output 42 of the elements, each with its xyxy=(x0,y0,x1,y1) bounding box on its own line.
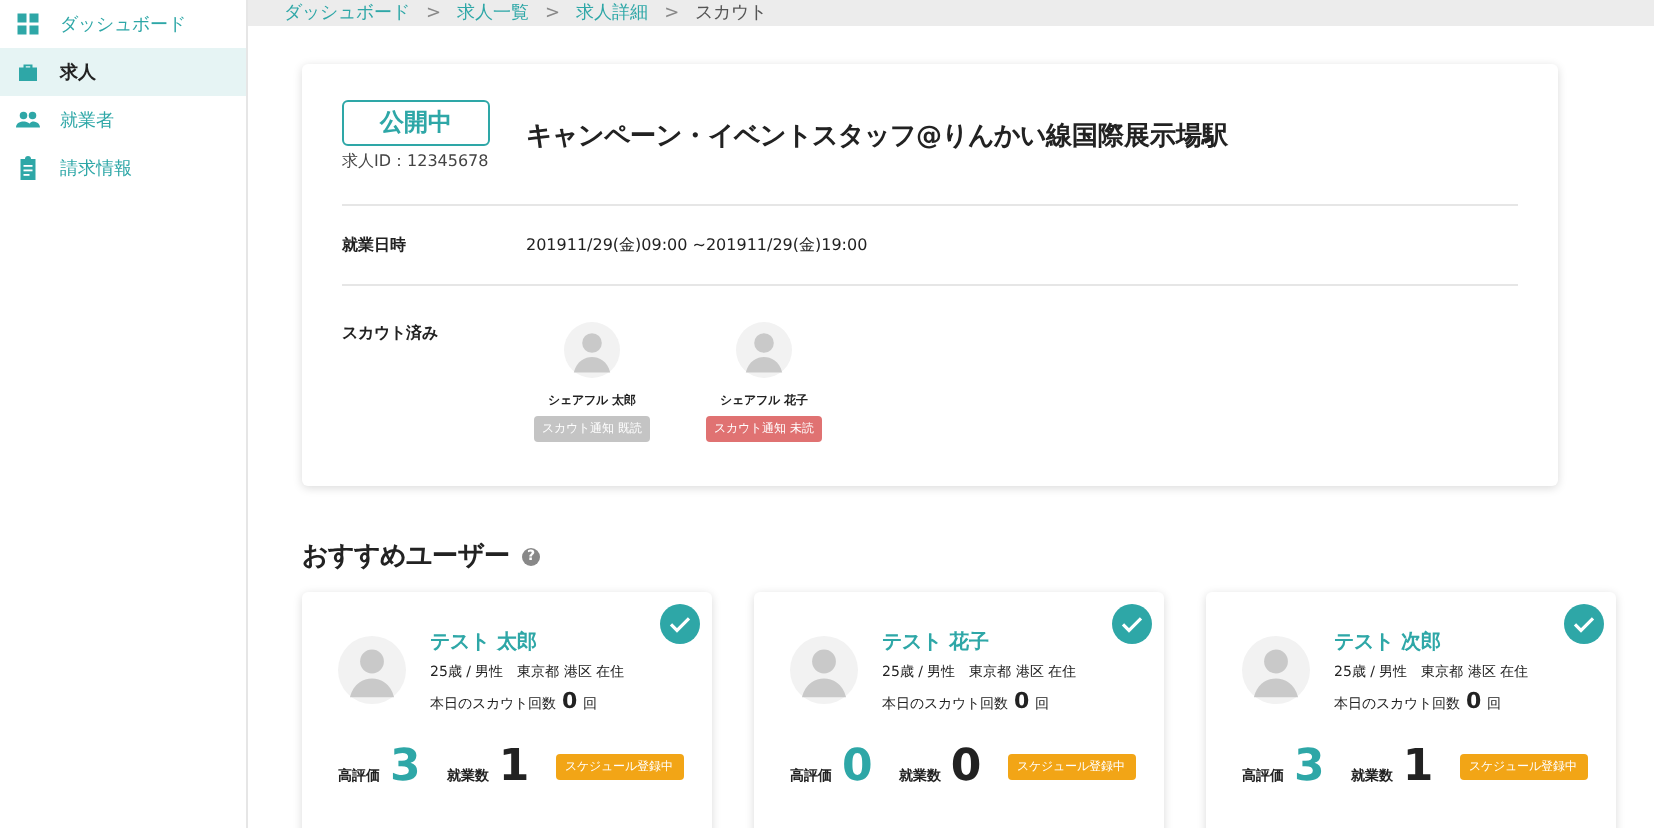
scout-count: 0 xyxy=(1014,688,1030,714)
avatar-icon xyxy=(736,322,792,378)
check-icon[interactable] xyxy=(660,604,700,644)
sidebar-item[interactable]: ダッシュボード xyxy=(0,0,246,48)
jobs-value: 0 xyxy=(950,742,982,792)
rating-value: 3 xyxy=(1294,742,1325,792)
breadcrumb-link[interactable]: 求人一覧 xyxy=(457,0,530,26)
sidebar-item[interactable]: 就業者 xyxy=(0,96,246,144)
jobs-value: 1 xyxy=(1402,742,1434,792)
jobs-value: 1 xyxy=(498,742,530,792)
breadcrumb-link[interactable]: 求人詳細 xyxy=(576,0,649,26)
rating-value: 3 xyxy=(390,742,421,792)
breadcrumb-separator: > xyxy=(664,3,680,23)
sidebar-item[interactable]: 求人 xyxy=(0,48,246,96)
sidebar-item[interactable]: 請求情報 xyxy=(0,144,246,192)
people-icon xyxy=(16,108,40,132)
breadcrumb-separator: > xyxy=(545,3,561,23)
user-name[interactable]: テスト 太郎 xyxy=(430,628,625,656)
field-label: 就業日時 xyxy=(342,234,408,256)
user-name[interactable]: テスト 花子 xyxy=(882,628,1077,656)
status-badge: 公開中 xyxy=(342,100,490,146)
job-id: 求人ID：12345678 xyxy=(342,150,490,172)
avatar-icon xyxy=(338,636,406,704)
check-icon[interactable] xyxy=(1564,604,1604,644)
field-label: スカウト済み xyxy=(342,322,440,344)
scout-count: 0 xyxy=(1466,688,1482,714)
clipboard-icon xyxy=(16,156,40,180)
breadcrumb-separator: > xyxy=(426,3,442,23)
scout-count: 0 xyxy=(562,688,578,714)
grid-icon xyxy=(16,12,40,36)
user-name[interactable]: テスト 次郎 xyxy=(1334,628,1529,656)
section-title: おすすめユーザー xyxy=(302,540,510,574)
breadcrumb-current: スカウト xyxy=(695,2,768,26)
avatar-icon xyxy=(564,322,620,378)
briefcase-icon xyxy=(16,60,40,84)
breadcrumb-link[interactable]: ダッシュボード xyxy=(284,0,410,26)
check-icon[interactable] xyxy=(1112,604,1152,644)
schedule-text: 201911/29(金)09:00 ~201911/29(金)19:00 xyxy=(526,234,868,256)
avatar-icon xyxy=(790,636,858,704)
job-title: キャンペーン・イベントスタッフ@りんかい線国際展示場駅 xyxy=(526,120,1228,154)
rating-value: 0 xyxy=(842,742,873,792)
avatar-icon xyxy=(1242,636,1310,704)
